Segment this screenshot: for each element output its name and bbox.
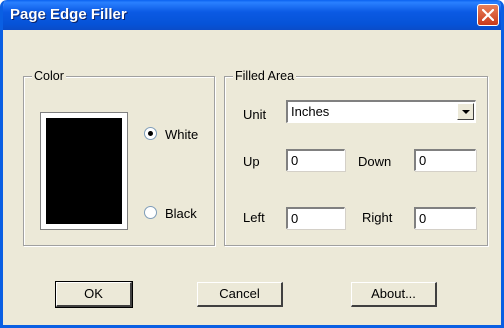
about-button[interactable]: About...	[351, 282, 437, 307]
right-input[interactable]: 0	[414, 207, 476, 229]
unit-label: Unit	[243, 107, 267, 122]
preview-fill	[46, 118, 122, 224]
window-title: Page Edge Filler	[10, 6, 127, 23]
left-label: Left	[243, 210, 265, 225]
black-radio[interactable]	[144, 206, 157, 219]
right-label: Right	[362, 210, 393, 225]
left-input[interactable]: 0	[286, 207, 345, 229]
color-legend: Color	[32, 69, 66, 83]
title-bar[interactable]: Page Edge Filler	[3, 0, 501, 30]
close-button[interactable]	[477, 4, 499, 26]
down-label: Down	[358, 154, 392, 169]
black-radio-label[interactable]: Black	[165, 206, 197, 221]
cancel-button[interactable]: Cancel	[197, 282, 283, 307]
up-input[interactable]: 0	[286, 149, 345, 171]
up-label: Up	[243, 154, 260, 169]
dialog-window: Page Edge Filler Color White Black Fille…	[0, 0, 504, 328]
white-radio-label[interactable]: White	[165, 127, 198, 142]
filled-area-legend: Filled Area	[233, 69, 297, 83]
white-radio[interactable]	[144, 127, 157, 140]
ok-button[interactable]: OK	[55, 281, 133, 308]
down-input[interactable]: 0	[414, 149, 476, 171]
unit-select[interactable]: Inches	[286, 100, 476, 123]
color-preview	[40, 112, 128, 230]
unit-select-value: Inches	[291, 104, 330, 119]
close-icon	[482, 9, 494, 21]
chevron-down-icon[interactable]	[457, 103, 474, 120]
